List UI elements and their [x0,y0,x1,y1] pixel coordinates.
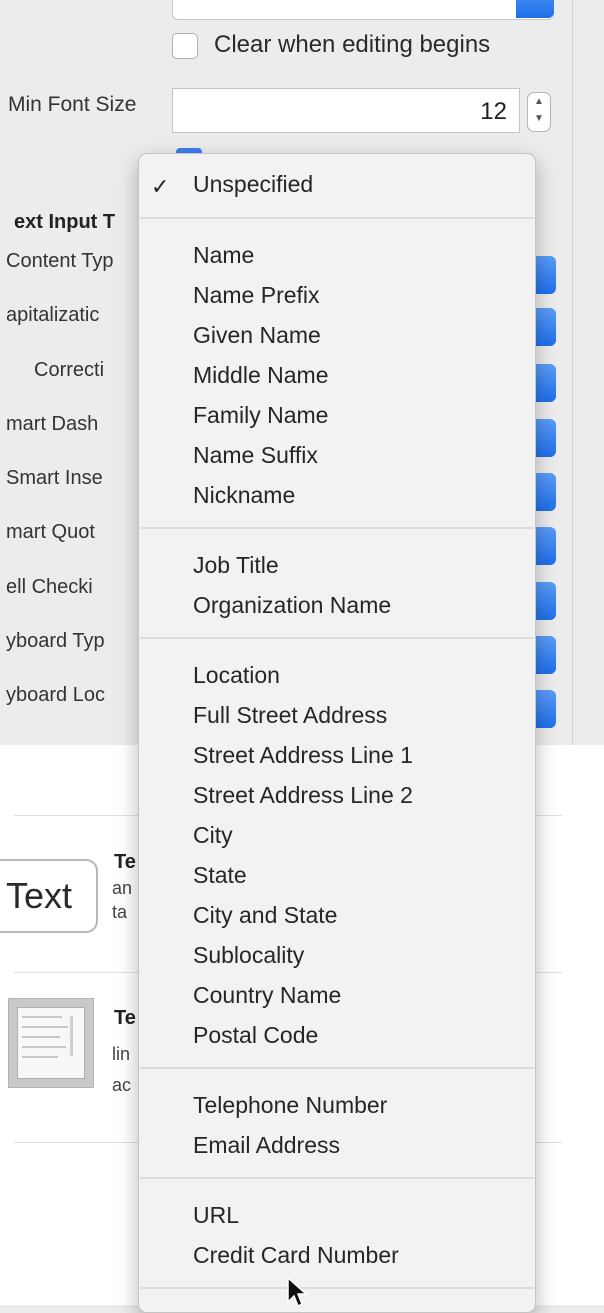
menu-separator [140,527,534,529]
panel-divider [572,0,573,745]
menu-separator [140,637,534,639]
text-field-thumbnail[interactable]: Text [0,859,98,933]
stepper-down-icon[interactable]: ▼ [528,110,550,127]
min-font-size-label: Min Font Size [8,93,137,116]
menu-item-state[interactable]: State [193,862,247,889]
menu-item-street-address-line-1[interactable]: Street Address Line 1 [193,742,413,769]
content-type-label: Content Typ [6,250,114,272]
menu-item-name-prefix[interactable]: Name Prefix [193,282,320,309]
text-field-desc-1: an [112,878,133,898]
clear-when-editing-checkbox[interactable] [172,33,198,59]
text-view-title: Te [114,1007,136,1029]
capitalization-label: apitalizatic [6,304,100,326]
text-input-traits-header: ext Input T [14,211,116,233]
menu-item-url[interactable]: URL [193,1202,239,1229]
min-font-size-field[interactable]: 12 [172,88,520,133]
smart-dashes-label: mart Dash [6,413,99,435]
menu-item-country-name[interactable]: Country Name [193,982,341,1009]
menu-separator [140,1177,534,1179]
correction-label: Correcti [34,359,105,381]
menu-item-sublocality[interactable]: Sublocality [193,942,304,969]
menu-item-city-and-state[interactable]: City and State [193,902,337,929]
text-field-title: Te [114,851,136,873]
menu-item-organization-name[interactable]: Organization Name [193,592,391,619]
menu-item-street-address-line-2[interactable]: Street Address Line 2 [193,782,413,809]
menu-item-middle-name[interactable]: Middle Name [193,362,329,389]
menu-item-unspecified[interactable]: Unspecified [193,171,313,198]
text-field-desc-2: ta [112,902,128,922]
menu-item-telephone-number[interactable]: Telephone Number [193,1092,387,1119]
menu-item-name-suffix[interactable]: Name Suffix [193,442,318,469]
smart-quotes-label: mart Quot [6,521,95,543]
text-view-desc-1: lin [112,1044,131,1064]
content-type-menu: ✓ Unspecified Name Name Prefix Given Name Mi… [138,153,536,1313]
text-field-thumbnail-label: Text [6,875,73,916]
menu-item-nickname[interactable]: Nickname [193,482,295,509]
menu-item-email-address[interactable]: Email Address [193,1132,340,1159]
keyboard-type-label: yboard Typ [6,630,105,652]
keyboard-look-label: yboard Loc [6,684,105,706]
menu-item-credit-card-number[interactable]: Credit Card Number [193,1242,399,1269]
menu-separator [140,1067,534,1069]
text-view-thumbnail-page [17,1007,85,1079]
menu-item-name[interactable]: Name [193,242,254,269]
min-font-size-stepper[interactable]: ▲ ▼ [527,92,551,132]
spell-checking-label: ell Checki [6,576,93,598]
menu-item-full-street-address[interactable]: Full Street Address [193,702,387,729]
text-view-thumbnail[interactable] [8,998,94,1088]
smart-insert-label: Smart Inse [6,467,103,489]
menu-item-postal-code[interactable]: Postal Code [193,1022,318,1049]
menu-item-given-name[interactable]: Given Name [193,322,321,349]
menu-item-city[interactable]: City [193,822,233,849]
checkmark-icon: ✓ [151,174,170,199]
stepper-up-icon[interactable]: ▲ [528,93,550,110]
menu-separator [140,1287,534,1289]
placeholder-popup-button[interactable] [172,0,554,20]
clear-when-editing-label: Clear when editing begins [214,31,491,58]
min-font-size-value: 12 [480,98,507,125]
menu-separator [140,217,534,219]
menu-item-family-name[interactable]: Family Name [193,402,328,429]
menu-item-job-title[interactable]: Job Title [193,552,279,579]
text-view-desc-2: ac [112,1075,132,1095]
popup-arrow-icon [516,0,554,18]
menu-item-location[interactable]: Location [193,662,280,689]
